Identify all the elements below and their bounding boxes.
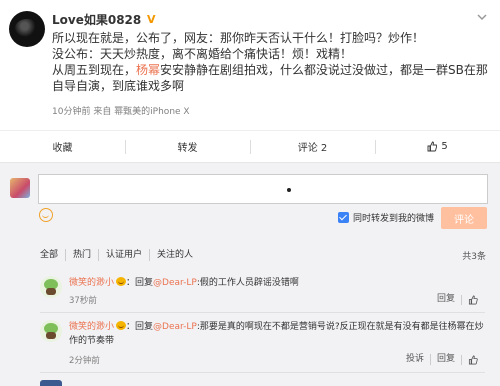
author-name[interactable]: Love如果0828 V xyxy=(52,11,157,28)
tab-hot[interactable]: 热门 xyxy=(65,249,98,261)
reply-target-link[interactable]: @Dear-LP xyxy=(153,278,197,288)
post-content: 所以现在就是，公布了，网友：那你昨天否认干什么！打脸吗？炒作！ 没公布：天天炒热… xyxy=(52,30,492,94)
comment-body: :假的工作人员辟谣没错啊 xyxy=(196,278,299,288)
repost-label: 转发 xyxy=(177,143,198,154)
thumbs-up-icon xyxy=(468,354,478,364)
commenter-name[interactable]: 微笑的渺小 xyxy=(69,322,114,332)
comment-like-button[interactable] xyxy=(461,294,484,305)
author-avatar[interactable] xyxy=(9,11,45,47)
commenter-name[interactable]: 微笑的渺小 xyxy=(69,278,114,288)
reply-prefix: ：回复 xyxy=(126,278,154,288)
post-meta: 10分钟前 来自 幂甄美的iPhone X xyxy=(52,107,190,117)
comment-ops: 投诉 回复 xyxy=(400,354,484,365)
repost-button[interactable]: 转发 xyxy=(125,131,250,162)
comment-like-button[interactable] xyxy=(461,354,484,365)
comment-total: 共3条 xyxy=(462,252,486,262)
comment-text: 微笑的渺小 ：回复@Dear-LP:那要是真的啊现在不都是营销号说?反正现在就是有… xyxy=(69,320,485,348)
like-count: 5 xyxy=(441,141,448,152)
post-line-2: 没公布：天天炒热度，离不离婚给个痛快话！烦！戏精！ xyxy=(52,47,353,61)
emoji-icon xyxy=(116,321,127,330)
emoji-icon xyxy=(116,277,127,286)
comment-divider xyxy=(40,312,485,313)
comment-input-box[interactable] xyxy=(38,174,488,204)
comment-input[interactable] xyxy=(39,175,487,203)
favorite-button[interactable]: 收藏 xyxy=(0,131,125,162)
like-button[interactable]: 5 xyxy=(375,131,500,162)
commenter-avatar[interactable] xyxy=(40,380,62,386)
current-user-avatar xyxy=(10,178,30,198)
report-button[interactable]: 投诉 xyxy=(400,354,430,365)
favorite-label: 收藏 xyxy=(52,143,73,154)
commenter-avatar[interactable] xyxy=(40,320,62,342)
comment-button[interactable]: 评论 2 xyxy=(250,131,375,162)
reply-button[interactable]: 回复 xyxy=(429,354,461,365)
reply-prefix: ：回复 xyxy=(126,322,154,332)
comment-text: 微笑的渺小 ：回复@Dear-LP:假的工作人员辟谣没错啊 xyxy=(69,276,485,290)
thumbs-up-icon xyxy=(427,141,438,152)
vip-badge-icon: V xyxy=(147,13,156,26)
post-line-3: 从周五到现在，杨幂安安静静在剧组拍戏，什么都没说过没做过，都是一群SB在那自导自… xyxy=(52,62,492,94)
commenter-avatar[interactable] xyxy=(40,276,62,298)
repost-option-label: 同时转发到我的微博 xyxy=(353,214,435,224)
thumbs-up-icon xyxy=(468,294,478,304)
comment-time: 37秒前 xyxy=(69,296,97,306)
tab-all[interactable]: 全部 xyxy=(40,249,65,261)
comment-label: 评论 2 xyxy=(297,143,328,154)
reply-target-link[interactable]: @Dear-LP xyxy=(153,322,197,332)
reply-button[interactable]: 回复 xyxy=(431,294,461,305)
comment-composer: 同时转发到我的微博 评论 xyxy=(0,163,500,241)
mention-link[interactable]: 杨幂 xyxy=(136,63,160,77)
checkbox-checked-icon[interactable] xyxy=(338,212,349,223)
tab-verified[interactable]: 认证用户 xyxy=(98,249,149,261)
weibo-post: Love如果0828 V 所以现在就是，公布了，网友：那你昨天否认干什么！打脸吗… xyxy=(0,0,500,163)
comment-list: 微笑的渺小 ：回复@Dear-LP:假的工作人员辟谣没错啊 37秒前 回复 微笑的… xyxy=(0,268,500,386)
emoji-icon[interactable] xyxy=(39,208,53,222)
comment-divider xyxy=(40,372,485,373)
text-cursor xyxy=(287,188,291,192)
post-line-3-start: 从周五到现在， xyxy=(52,63,137,77)
submit-comment-button[interactable]: 评论 xyxy=(441,207,487,229)
comment-ops: 回复 xyxy=(431,294,484,305)
author-username[interactable]: Love如果0828 xyxy=(52,11,141,28)
comment-time: 2分钟前 xyxy=(69,356,100,366)
tab-following[interactable]: 关注的人 xyxy=(149,249,200,261)
post-actions: 收藏 转发 评论 2 5 xyxy=(0,130,500,162)
repost-checkbox[interactable]: 同时转发到我的微博 xyxy=(338,211,434,224)
chevron-down-icon[interactable] xyxy=(476,12,488,22)
post-line-1: 所以现在就是，公布了，网友：那你昨天否认干什么！打脸吗？炒作！ xyxy=(52,31,425,45)
